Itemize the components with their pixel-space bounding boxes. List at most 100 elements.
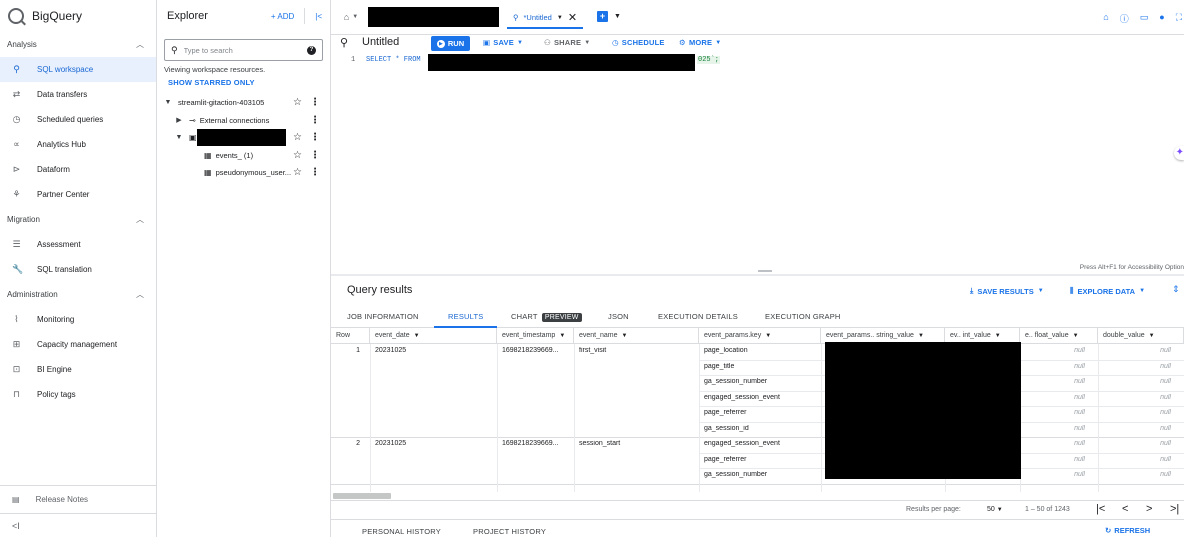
chevron-down-icon[interactable]: ▼ [1149,333,1155,339]
more-vert-icon[interactable]: ⋮ [310,115,320,126]
null-cell[interactable]: null [1098,471,1176,478]
tab-execution-graph[interactable]: EXECUTION GRAPH [765,312,841,321]
nav-item[interactable]: ⊡ BI Engine [0,357,156,382]
brand[interactable]: BigQuery [0,0,156,32]
column-header[interactable]: event_params.key ▼ [699,328,821,344]
chevron-down-icon[interactable]: ▼ [414,333,420,339]
table-cell[interactable]: engaged_session_event [699,394,821,401]
tree-external-connections[interactable]: ▶ ⊸ External connections ⋮ [157,112,330,130]
gemini-sparkle-icon[interactable]: ✦ [1174,146,1184,160]
null-cell[interactable]: null [1098,347,1176,354]
schedule-button[interactable]: ◷ SCHEDULE [612,38,665,47]
more-vert-icon[interactable]: ⋮ [310,97,320,108]
expand-down-icon[interactable]: ▼ [164,99,172,106]
more-button[interactable]: ⚙ MORE ▼ [679,38,721,47]
table-cell[interactable]: page_title [699,363,821,370]
table-cell[interactable]: page_referrer [699,409,821,416]
expand-right-icon[interactable]: ▶ [175,116,183,124]
table-cell[interactable]: engaged_session_event [699,440,821,447]
tab-json[interactable]: JSON [608,312,629,321]
nav-item[interactable]: ⚘ Partner Center [0,182,156,207]
nav-item[interactable]: ⊓ Policy tags [0,382,156,407]
table-cell[interactable]: 20231025 [370,440,497,447]
nav-section-header[interactable]: Analysis ︿ [0,32,156,57]
nav-item[interactable]: 🔧 SQL translation [0,257,156,282]
chevron-down-icon[interactable]: ▼ [622,333,628,339]
chevron-down-icon[interactable]: ▼ [557,15,563,21]
chevron-down-icon[interactable]: ▼ [765,333,771,339]
prev-page-icon[interactable]: < [1122,503,1128,515]
help-icon[interactable]: ? [307,45,316,55]
run-button[interactable]: ▶ RUN [431,36,470,51]
explore-data-button[interactable]: ⫼ EXPLORE DATA ▼ [1070,286,1145,296]
refresh-button[interactable]: ↻ REFRESH [1105,526,1150,535]
column-header[interactable]: event_name ▼ [574,328,699,344]
save-results-button[interactable]: ⤓ SAVE RESULTS ▼ [970,286,1044,296]
nav-item[interactable]: ◷ Scheduled queries [0,107,156,132]
collapse-nav-button[interactable]: <I [0,513,156,537]
nav-item[interactable]: ⇄ Data transfers [0,82,156,107]
release-notes-link[interactable]: ▤ Release Notes [0,485,156,513]
nav-item[interactable]: ⊞ Capacity management [0,332,156,357]
null-cell[interactable]: null [1098,456,1176,463]
fullscreen-icon[interactable]: ⛶ [1176,12,1182,25]
nav-item[interactable]: ⊳ Dataform [0,157,156,182]
expand-collapse-icon[interactable]: ⇕ [1172,284,1180,295]
keyboard-icon[interactable]: ▭ [1140,12,1149,25]
null-cell[interactable]: null [1020,409,1090,416]
null-cell[interactable]: null [1020,471,1090,478]
table-cell[interactable]: ga_session_number [699,471,821,478]
resize-splitter[interactable] [331,270,1184,276]
table-cell[interactable]: 1698218239669... [497,440,574,447]
tree-project[interactable]: ▼ streamlit-gitaction-403105 ☆ ⋮ [157,94,330,112]
nav-item[interactable]: ⚲ SQL workspace [0,57,156,82]
more-vert-icon[interactable]: ⋮ [310,150,320,161]
null-cell[interactable]: null [1020,440,1090,447]
column-header[interactable]: event_date ▼ [370,328,497,344]
chevron-down-icon[interactable]: ▼ [1073,333,1079,339]
null-cell[interactable]: null [1020,394,1090,401]
table-cell[interactable]: first_visit [574,347,699,354]
star-icon[interactable]: ☆ [293,150,302,161]
sql-editor[interactable]: 1 SELECT * FROM 025`; Press Alt+F1 for A… [331,53,1184,276]
null-cell[interactable]: null [1098,409,1176,416]
tree-table-events[interactable]: ▦ events_ (1) ☆ ⋮ [157,147,330,165]
table-cell[interactable]: 1698218239669... [497,347,574,354]
star-icon[interactable]: ☆ [293,132,302,143]
null-cell[interactable]: null [1020,456,1090,463]
tab-chart[interactable]: CHART PREVIEW [511,312,582,322]
table-cell[interactable]: page_location [699,347,821,354]
column-header[interactable]: double_value ▼ [1098,328,1184,344]
nav-item[interactable]: ∝ Analytics Hub [0,132,156,157]
personal-history-tab[interactable]: PERSONAL HISTORY [362,527,441,536]
drag-handle[interactable] [758,270,772,272]
null-cell[interactable]: null [1098,378,1176,385]
nav-item[interactable]: ⌇ Monitoring [0,307,156,332]
chevron-up-icon[interactable]: ︿ [136,39,144,50]
nav-section-header[interactable]: Migration ︿ [0,207,156,232]
chevron-down-icon[interactable]: ▼ [614,13,621,20]
save-button[interactable]: ▣ SAVE ▼ [483,38,523,47]
table-cell[interactable]: ga_session_id [699,425,821,432]
column-header[interactable]: e.. float_value ▼ [1020,328,1098,344]
next-page-icon[interactable]: > [1146,503,1152,515]
last-page-icon[interactable]: >| [1170,503,1179,515]
lightbulb-icon[interactable]: ● [1159,12,1164,25]
star-icon[interactable]: ☆ [293,97,302,108]
chevron-down-icon[interactable]: ▼ [995,333,1001,339]
collapse-explorer-icon[interactable]: |< [315,12,322,21]
tree-table-pseudonymous[interactable]: ▦ pseudonymous_user... ☆ ⋮ [157,164,330,182]
chevron-up-icon[interactable]: ︿ [136,289,144,300]
null-cell[interactable]: null [1098,440,1176,447]
null-cell[interactable]: null [1020,378,1090,385]
chevron-down-icon[interactable]: ▼ [559,333,565,339]
results-per-page-select[interactable]: 50 ▼ [987,506,1003,513]
null-cell[interactable]: null [1098,394,1176,401]
chevron-up-icon[interactable]: ︿ [136,214,144,225]
horizontal-scrollbar[interactable] [333,493,391,499]
star-icon[interactable]: ☆ [293,167,302,178]
chevron-down-icon[interactable]: ▼ [918,333,924,339]
column-header[interactable]: event_timestamp ▼ [497,328,574,344]
null-cell[interactable]: null [1098,425,1176,432]
home-tab[interactable]: ⌂ ▼ [337,12,365,22]
